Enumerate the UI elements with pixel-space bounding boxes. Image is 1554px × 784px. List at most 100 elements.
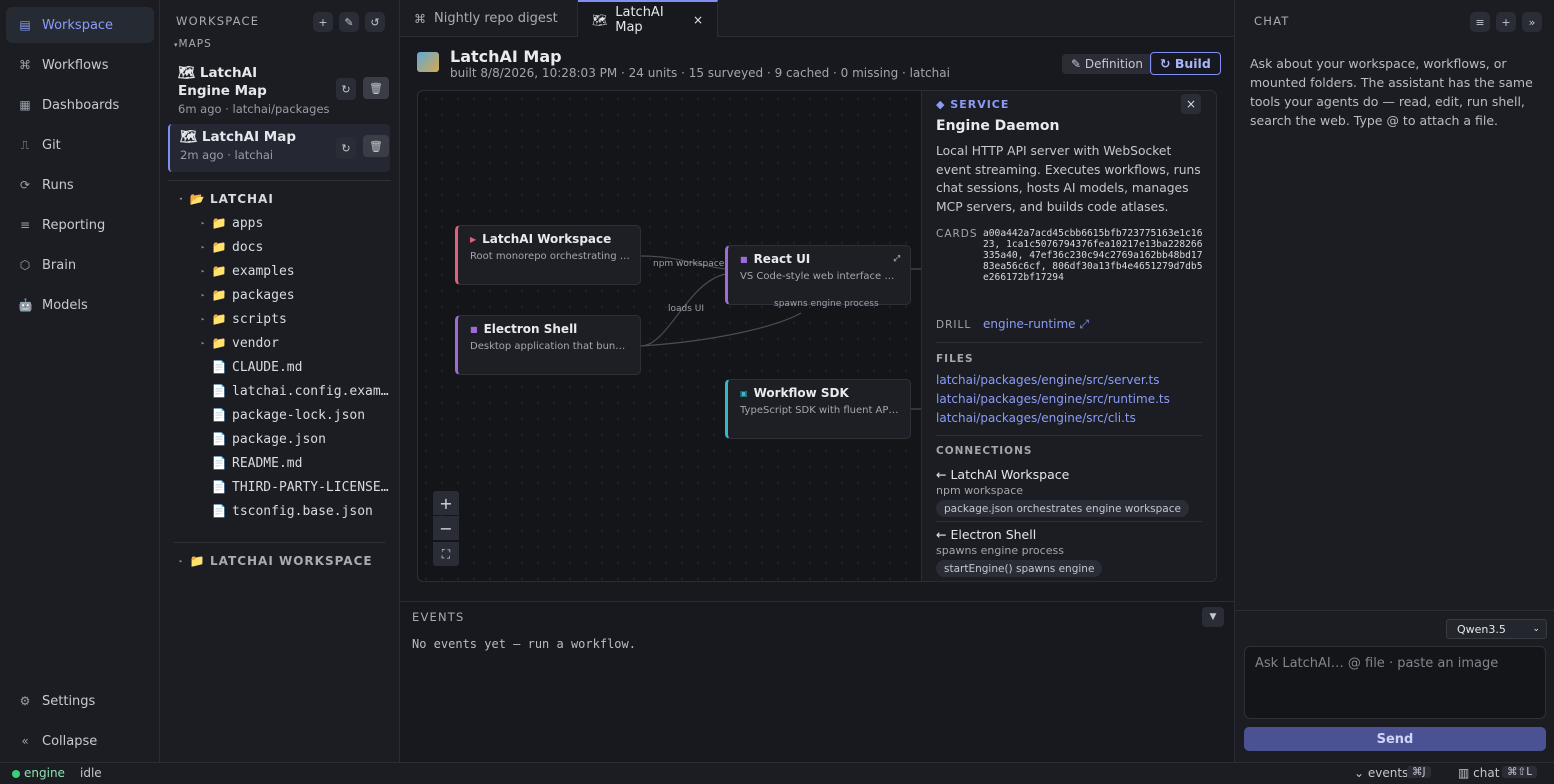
engine-status[interactable]: engine	[24, 766, 65, 780]
nav-label: Settings	[42, 693, 96, 709]
edge-label: npm workspace	[653, 259, 725, 269]
refresh-icon: ↻	[341, 141, 351, 155]
runs-icon: ⟳	[19, 178, 31, 192]
node-react-ui[interactable]: ■ React UI ⤢ VS Code-style web interface w…	[725, 245, 911, 305]
node-desc: Desktop application that bundles th…	[470, 341, 630, 352]
tab-latchai-map[interactable]: 🗺 LatchAI Map ×	[578, 0, 718, 37]
collapse-button[interactable]: « Collapse	[6, 723, 154, 759]
close-detail-button[interactable]: ×	[1181, 94, 1201, 114]
tab-nightly-repo-digest[interactable]: ⌘ Nightly repo digest	[400, 0, 578, 37]
file-icon: 📄	[211, 360, 227, 374]
events-toggle[interactable]: ⌄ events	[1354, 766, 1408, 780]
edit-button[interactable]: ✎	[339, 12, 359, 32]
tree-root-latchai-workspace[interactable]: ▸ 📁 LATCHAI WORKSPACE	[174, 550, 373, 572]
connection-title[interactable]: ← Electron Shell	[936, 527, 1036, 542]
nav-models[interactable]: 🤖 Models	[6, 287, 154, 323]
dashboards-icon: ▦	[19, 98, 31, 112]
maps-header[interactable]: ▾MAPS	[174, 38, 212, 50]
node-title-text: Electron Shell	[483, 322, 578, 336]
rebuild-map-button[interactable]: ↻	[336, 137, 356, 159]
tree-file[interactable]: 📄 tsconfig.base.json	[210, 500, 373, 522]
collapse-chat-button[interactable]: »	[1522, 12, 1542, 32]
nav-workflows[interactable]: ⌘ Workflows	[6, 47, 154, 83]
nav-reporting[interactable]: ≡ Reporting	[6, 207, 154, 243]
fit-view-button[interactable]: ⛶	[433, 542, 459, 566]
folder-label: vendor	[232, 335, 279, 351]
zoom-in-button[interactable]: +	[433, 491, 459, 515]
map-canvas[interactable]: ▶ LatchAI Workspace Root monorepo orchest…	[417, 90, 922, 582]
send-button[interactable]: Send	[1244, 727, 1546, 751]
file-link[interactable]: latchai/packages/engine/src/server.ts	[936, 373, 1159, 387]
file-icon: 📄	[211, 480, 227, 494]
zoom-out-button[interactable]: −	[433, 516, 459, 540]
caret-right-icon: ▸	[200, 315, 206, 323]
definition-button[interactable]: ✎ Definition	[1062, 54, 1152, 74]
node-title: ■ Electron Shell	[470, 322, 630, 336]
engine-state: idle	[80, 766, 102, 780]
map-card-active[interactable]: 🗺 LatchAI Map 2m ago · latchai	[168, 124, 390, 172]
add-button[interactable]: +	[313, 12, 333, 32]
collapse-events-button[interactable]: ▼	[1202, 607, 1224, 627]
nav-git[interactable]: ⎍ Git	[6, 127, 154, 163]
list-icon: ≡	[1475, 15, 1485, 29]
delete-map-button[interactable]: 🗑	[363, 135, 389, 157]
tree-folder[interactable]: ▸ 📁 apps	[196, 212, 263, 234]
nav-brain[interactable]: ⬡ Brain	[6, 247, 154, 283]
workspace-panel: WORKSPACE + ✎ ↺ ▾MAPS 🗺 LatchAI Engine M…	[160, 0, 400, 762]
connection-title[interactable]: ← LatchAI Workspace	[936, 467, 1069, 482]
model-select[interactable]: Qwen3.5 ⌄	[1446, 619, 1547, 639]
refresh-button[interactable]: ↺	[365, 12, 385, 32]
nav-label: Dashboards	[42, 97, 120, 113]
build-summary: built 8/8/2026, 10:28:03 PM · 24 units ·…	[450, 66, 950, 80]
tree-file[interactable]: 📄 latchai.config.exam…	[210, 380, 389, 402]
tree-file[interactable]: 📄 README.md	[210, 452, 303, 474]
tab-label: LatchAI Map	[615, 4, 664, 35]
file-link[interactable]: latchai/packages/engine/src/runtime.ts	[936, 392, 1170, 406]
tree-file[interactable]: 📄 package-lock.json	[210, 404, 366, 426]
node-latchai-workspace[interactable]: ▶ LatchAI Workspace Root monorepo orchest…	[455, 225, 641, 285]
tree-folder[interactable]: ▸ 📁 docs	[196, 236, 263, 258]
divider	[936, 342, 1202, 343]
tree-folder[interactable]: ▸ 📁 scripts	[196, 308, 287, 330]
caret-down-icon: ▾	[178, 195, 184, 203]
nav-label: Models	[42, 297, 88, 313]
node-electron-shell[interactable]: ■ Electron Shell Desktop application that…	[455, 315, 641, 375]
tree-file[interactable]: 📄 CLAUDE.md	[210, 356, 303, 378]
edge-label: loads UI	[668, 304, 705, 314]
chat-toggle[interactable]: ▥ chat	[1458, 766, 1499, 780]
tree-folder[interactable]: ▸ 📁 examples	[196, 260, 295, 282]
nav-dashboards[interactable]: ▦ Dashboards	[6, 87, 154, 123]
new-chat-button[interactable]: +	[1496, 12, 1516, 32]
file-icon: 📄	[211, 384, 227, 398]
nav-workspace[interactable]: ▤ Workspace	[6, 7, 154, 43]
file-link[interactable]: latchai/packages/engine/src/cli.ts	[936, 411, 1136, 425]
status-bar: engine idle ⌄ events ⌘J ▥ chat ⌘⇧L	[0, 762, 1554, 784]
chat-history-button[interactable]: ≡	[1470, 12, 1490, 32]
folder-icon: 📁	[189, 554, 205, 568]
gear-icon: ⚙	[19, 694, 31, 708]
node-workflow-sdk[interactable]: ▣ Workflow SDK TypeScript SDK with fluent…	[725, 379, 911, 439]
nav-runs[interactable]: ⟳ Runs	[6, 167, 154, 203]
tab-label: Nightly repo digest	[434, 11, 558, 26]
build-button[interactable]: ↻ Build	[1150, 52, 1221, 75]
workspace-icon: ▤	[19, 18, 31, 32]
tree-file[interactable]: 📄 package.json	[210, 428, 326, 450]
chevron-down-icon: ▼	[1209, 612, 1217, 622]
caret-right-icon: ▸	[178, 557, 184, 565]
folder-label: examples	[232, 263, 295, 279]
drill-link[interactable]: engine-runtime ⤢	[983, 317, 1089, 332]
tree-folder[interactable]: ▸ 📁 vendor	[196, 332, 279, 354]
nav-settings[interactable]: ⚙ Settings	[6, 683, 154, 719]
close-icon[interactable]: ×	[693, 13, 703, 27]
rebuild-map-button[interactable]: ↻	[336, 78, 356, 100]
folder-icon: 📁	[211, 288, 227, 302]
tree-root-latchai[interactable]: ▾ 📂 LATCHAI	[174, 188, 274, 210]
tree-file[interactable]: 📄 THIRD-PARTY-LICENSE…	[210, 476, 389, 498]
expand-icon[interactable]: ⤢	[894, 254, 900, 264]
map-card[interactable]: 🗺 LatchAI Engine Map 6m ago · latchai/pa…	[168, 60, 390, 118]
tree-folder[interactable]: ▸ 📁 packages	[196, 284, 295, 306]
page-title: LatchAI Map	[450, 47, 562, 66]
chat-input[interactable]	[1244, 646, 1546, 719]
caret-right-icon: ▸	[200, 291, 206, 299]
delete-map-button[interactable]: 🗑	[363, 77, 389, 99]
